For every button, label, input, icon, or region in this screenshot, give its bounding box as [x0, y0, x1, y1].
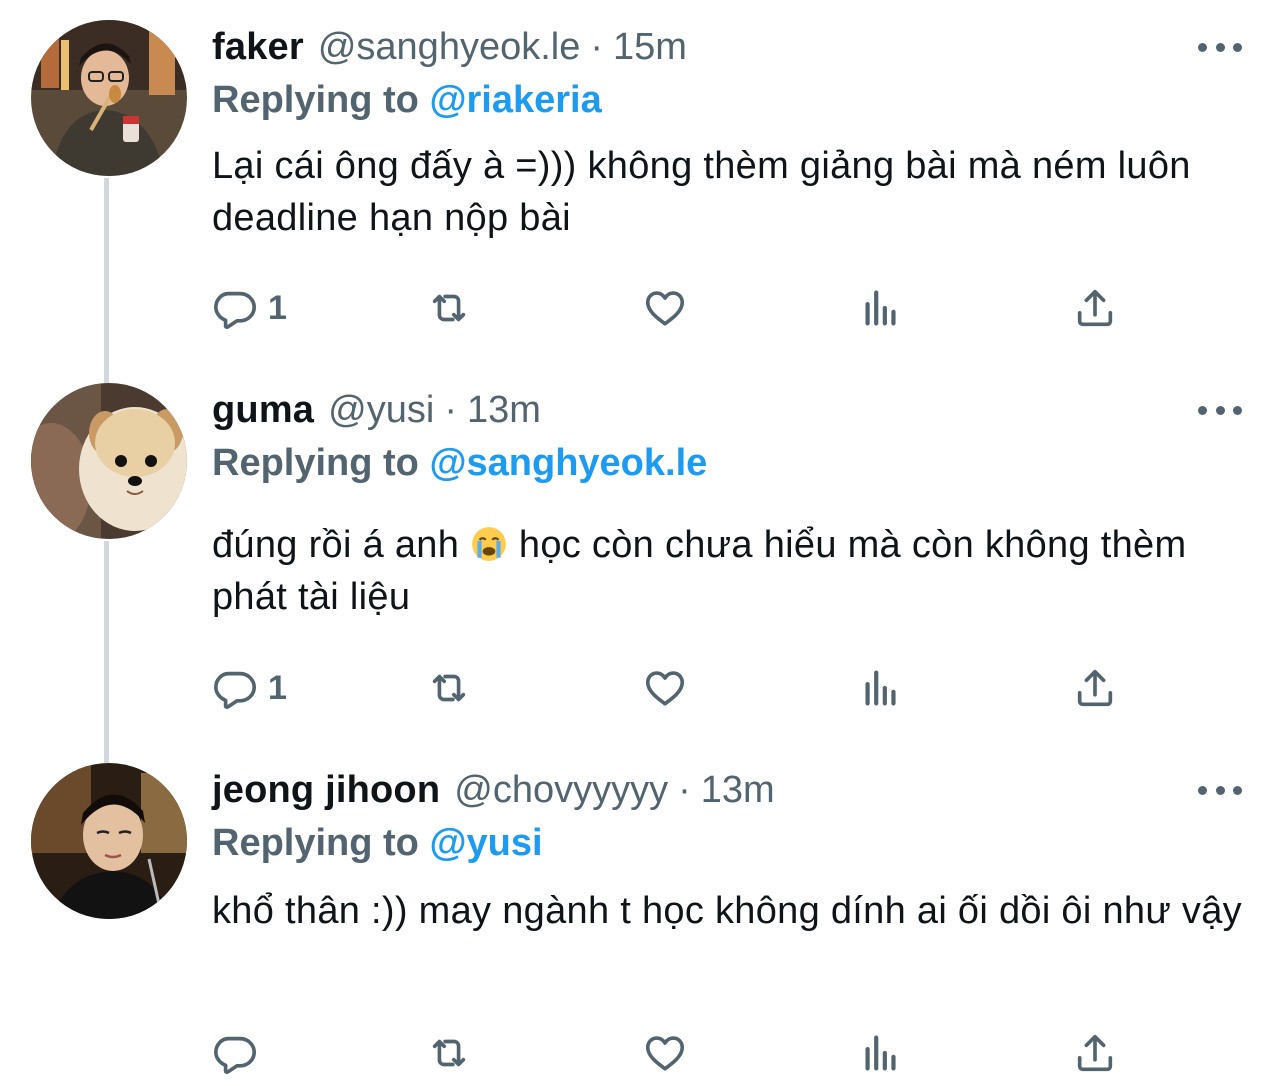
separator-dot: · [590, 25, 604, 68]
replying-to-label: Replying to [212, 442, 419, 484]
tweet-text: khổ thân :)) may ngành t học không dính … [212, 890, 1242, 932]
analytics-icon [865, 290, 896, 326]
avatar[interactable] [31, 20, 187, 176]
avatar[interactable] [31, 763, 187, 919]
tweet-header: faker @sanghyeok.le · 15m [212, 20, 687, 74]
username[interactable]: @sanghyeok.le [318, 26, 581, 69]
more-icon[interactable] [1198, 783, 1242, 797]
tweet-actions [212, 1029, 1132, 1077]
reply-icon [214, 1036, 256, 1075]
tweet-actions: 1 [212, 664, 1132, 712]
tweet-actions: 1 [212, 284, 1132, 332]
separator-dot: · [678, 768, 691, 811]
loudly-crying-face-icon [472, 527, 506, 561]
tweet-header: guma @yusi · 13m [212, 383, 541, 437]
share-button[interactable] [1072, 1029, 1118, 1077]
reply-icon [214, 291, 256, 330]
reply-button[interactable]: 1 [212, 284, 287, 332]
tweet-text: Lại cái ông đấy à =))) không thèm giảng … [212, 145, 1191, 239]
replying-to-label: Replying to [212, 822, 419, 864]
retweet-icon [432, 294, 466, 322]
replying-to-label: Replying to [212, 79, 419, 121]
replying-to: Replying to @yusi [212, 817, 543, 869]
like-button[interactable] [642, 1029, 688, 1077]
reply-count: 1 [268, 288, 287, 327]
retweet-button[interactable] [426, 664, 472, 712]
reply-count: 1 [268, 668, 287, 707]
username[interactable]: @yusi [328, 389, 434, 432]
analytics-icon [865, 670, 896, 706]
tweet[interactable]: faker @sanghyeok.le · 15m Replying to @r… [0, 20, 1284, 350]
separator-dot: · [444, 388, 457, 431]
replying-to: Replying to @sanghyeok.le [212, 437, 707, 489]
tweet-header: jeong jihoon @chovyyyyy · 13m [212, 763, 775, 817]
share-icon [1077, 669, 1113, 707]
tweet[interactable]: guma @yusi · 13m Replying to @sanghyeok.… [0, 383, 1284, 723]
share-button[interactable] [1072, 284, 1118, 332]
tweet-text-part: đúng rồi á anh [212, 524, 471, 566]
timestamp[interactable]: 13m [701, 769, 775, 812]
like-button[interactable] [642, 284, 688, 332]
tweet[interactable]: jeong jihoon @chovyyyyy · 13m Replying t… [0, 763, 1284, 1086]
display-name[interactable]: guma [212, 389, 314, 432]
display-name[interactable]: faker [212, 26, 304, 69]
share-icon [1077, 1034, 1113, 1072]
like-button[interactable] [642, 664, 688, 712]
heart-icon [645, 671, 685, 706]
tweet-text: đúng rồi á anh học còn chưa hiểu mà còn … [212, 519, 1252, 623]
retweet-button[interactable] [426, 1029, 472, 1077]
share-icon [1077, 289, 1113, 327]
display-name[interactable]: jeong jihoon [212, 769, 440, 812]
avatar[interactable] [31, 383, 187, 539]
share-button[interactable] [1072, 664, 1118, 712]
analytics-button[interactable] [858, 664, 904, 712]
replying-to-mention[interactable]: @riakeria [429, 79, 601, 121]
heart-icon [645, 1036, 685, 1071]
reply-icon [214, 671, 256, 710]
retweet-icon [432, 1039, 466, 1067]
heart-icon [645, 291, 685, 326]
more-icon[interactable] [1198, 403, 1242, 417]
replying-to: Replying to @riakeria [212, 74, 602, 126]
more-icon[interactable] [1198, 40, 1242, 54]
reply-button[interactable]: 1 [212, 664, 287, 712]
analytics-button[interactable] [858, 284, 904, 332]
timestamp[interactable]: 13m [467, 389, 541, 432]
replying-to-mention[interactable]: @yusi [429, 822, 542, 864]
reply-button[interactable] [212, 1029, 268, 1077]
retweet-icon [432, 674, 466, 702]
replying-to-mention[interactable]: @sanghyeok.le [429, 442, 707, 484]
username[interactable]: @chovyyyyy [454, 769, 668, 812]
analytics-icon [865, 1035, 896, 1071]
retweet-button[interactable] [426, 284, 472, 332]
analytics-button[interactable] [858, 1029, 904, 1077]
timestamp[interactable]: 15m [613, 26, 687, 69]
